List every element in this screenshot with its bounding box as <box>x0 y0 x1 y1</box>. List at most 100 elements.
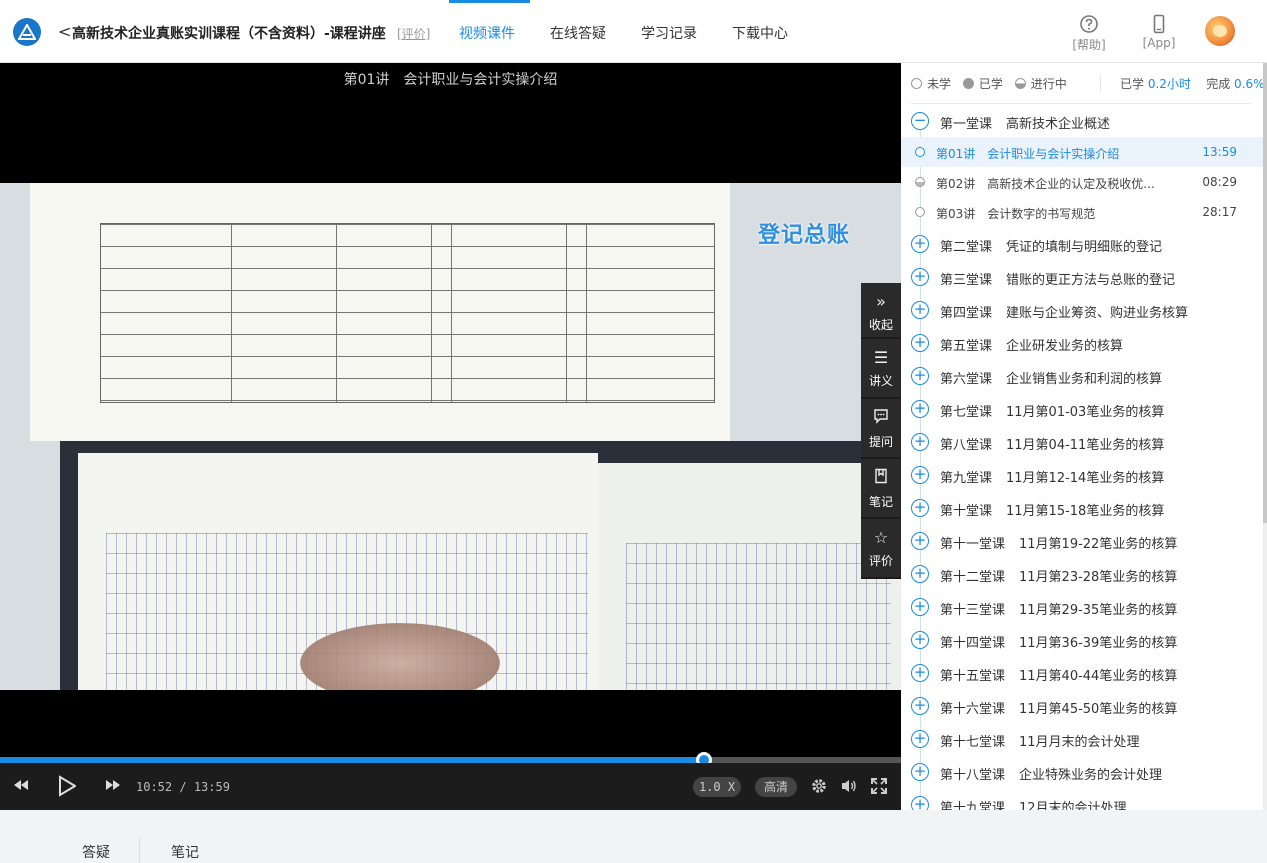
expand-circle-icon[interactable]: + <box>911 598 929 616</box>
video-overlay-caption: 登记总账 <box>758 223 851 248</box>
expand-circle-icon[interactable]: + <box>911 433 929 451</box>
review-link[interactable]: [评价] <box>397 25 430 42</box>
chapter-item[interactable]: + 第十三堂课 11月第29-35笔业务的核算 <box>911 590 1251 623</box>
lecture-item[interactable]: 第02讲 高新技术企业的认定及税收优... 08:29 <box>901 167 1263 197</box>
quality-button[interactable]: 高清 <box>755 777 797 797</box>
playback-speed-button[interactable]: 1.0 X <box>693 777 741 797</box>
chapter-subtitle: 凭证的填制与明细账的登记 <box>1006 240 1163 255</box>
site-logo[interactable] <box>13 18 41 46</box>
notes-button[interactable]: 笔记 <box>861 459 901 519</box>
expand-circle-icon[interactable]: + <box>911 499 929 517</box>
tab-video-courseware[interactable]: 视频课件 <box>459 23 515 43</box>
expand-circle-icon[interactable]: + <box>911 268 929 286</box>
user-avatar[interactable] <box>1205 16 1235 46</box>
chapter-title: 第十一堂课 <box>940 537 1006 552</box>
tab-notes[interactable]: 笔记 <box>171 842 199 862</box>
tab-online-qa[interactable]: 在线答疑 <box>550 23 606 43</box>
side-tool-strip: » 收起 ☰ 讲义 提问 笔记 ☆ 评价 <box>861 283 901 579</box>
expand-circle-icon[interactable]: + <box>911 631 929 649</box>
chapter-subtitle: 企业特殊业务的会计处理 <box>1019 768 1163 783</box>
chapter-title: 第三堂课 <box>940 273 993 288</box>
question-circle-icon <box>1080 15 1098 33</box>
chat-bubble-icon <box>861 408 901 429</box>
help-button[interactable]: [帮助] <box>1069 14 1109 53</box>
chapter-subtitle: 企业销售业务和利润的核算 <box>1006 372 1163 387</box>
expand-circle-icon[interactable]: + <box>911 334 929 352</box>
chapter-title: 第十堂课 <box>940 504 993 519</box>
chapter-subtitle: 企业研发业务的核算 <box>1006 339 1124 354</box>
chapter-item[interactable]: + 第十九堂课 12月末的会计处理 <box>911 788 1251 810</box>
chapter-item[interactable]: + 第十六堂课 11月第45-50笔业务的核算 <box>911 689 1251 722</box>
tab-download-center[interactable]: 下载中心 <box>732 23 788 43</box>
fast-forward-button[interactable] <box>104 777 122 798</box>
chapter-item[interactable]: + 第二堂课 凭证的填制与明细账的登记 <box>911 227 1251 260</box>
panel-scrollbar[interactable] <box>1263 63 1267 810</box>
expand-circle-icon[interactable]: + <box>911 301 929 319</box>
volume-button[interactable] <box>840 777 858 800</box>
chapter-item[interactable]: + 第十七堂课 11月月末的会计处理 <box>911 722 1251 755</box>
chapter-item[interactable]: + 第六堂课 企业销售业务和利润的核算 <box>911 359 1251 392</box>
video-player[interactable]: 第01讲 会计职业与会计实操介绍 登记总账 10:52 / 13:59 1.0 … <box>0 63 901 810</box>
video-frame[interactable]: 登记总账 <box>0 183 901 690</box>
fullscreen-icon <box>871 778 887 794</box>
rewind-button[interactable] <box>12 777 30 798</box>
expand-circle-icon[interactable]: + <box>911 565 929 583</box>
fullscreen-button[interactable] <box>870 777 888 800</box>
lecture-item[interactable]: 第03讲 会计数字的书写规范 28:17 <box>901 197 1263 227</box>
expand-circle-icon[interactable]: + <box>911 730 929 748</box>
chapter-title: 第十四堂课 <box>940 636 1006 651</box>
rate-button[interactable]: ☆ 评价 <box>861 519 901 579</box>
chapter-item[interactable]: + 第十二堂课 11月第23-28笔业务的核算 <box>911 557 1251 590</box>
ask-question-button[interactable]: 提问 <box>861 399 901 459</box>
settings-button[interactable] <box>810 777 828 800</box>
chapter-item[interactable]: + 第七堂课 11月第01-03笔业务的核算 <box>911 392 1251 425</box>
lecture-item[interactable]: 第01讲 会计职业与会计实操介绍 13:59 <box>901 137 1263 167</box>
chapter-item[interactable]: + 第十五堂课 11月第40-44笔业务的核算 <box>911 656 1251 689</box>
video-controls: 10:52 / 13:59 1.0 X 高清 <box>0 763 901 810</box>
studied-hours: 0.2小时 <box>1147 77 1191 91</box>
expand-circle-icon[interactable]: + <box>911 763 929 781</box>
tab-qa[interactable]: 答疑 <box>82 842 110 862</box>
chapter-item[interactable]: + 第十一堂课 11月第19-22笔业务的核算 <box>911 524 1251 557</box>
status-legend: 未学 已学 进行中 <box>911 75 1075 92</box>
expand-circle-icon[interactable]: + <box>911 796 929 810</box>
volume-icon <box>842 780 856 792</box>
handout-button[interactable]: ☰ 讲义 <box>861 339 901 399</box>
studied-dot-icon <box>962 78 974 89</box>
chapter-panel: 未学 已学 进行中 已学 0.2小时 完成 0.6% − 第一堂课 高新技术企业概述… <box>901 63 1263 810</box>
active-tab-indicator <box>449 0 530 3</box>
collapse-circle-icon[interactable]: − <box>911 112 929 130</box>
chapter-item[interactable]: − 第一堂课 高新技术企业概述 <box>911 104 1251 137</box>
tab-study-records[interactable]: 学习记录 <box>641 23 697 43</box>
study-stats: 已学 0.2小时 完成 0.6% <box>1100 75 1263 92</box>
expand-circle-icon[interactable]: + <box>911 466 929 484</box>
collapse-panel-button[interactable]: » 收起 <box>861 283 901 339</box>
expand-circle-icon[interactable]: + <box>911 697 929 715</box>
expand-circle-icon[interactable]: + <box>911 664 929 682</box>
expand-circle-icon[interactable]: + <box>911 367 929 385</box>
star-icon: ☆ <box>873 528 889 547</box>
chapter-item[interactable]: + 第十堂课 11月第15-18笔业务的核算 <box>911 491 1251 524</box>
expand-circle-icon[interactable]: + <box>911 532 929 550</box>
back-arrow-icon[interactable]: < <box>58 22 71 41</box>
chapter-item[interactable]: + 第五堂课 企业研发业务的核算 <box>911 326 1251 359</box>
app-button[interactable]: [App] <box>1139 14 1179 50</box>
expand-circle-icon[interactable]: + <box>911 400 929 418</box>
double-chevron-right-icon: » <box>876 292 886 311</box>
expand-circle-icon[interactable]: + <box>911 235 929 253</box>
chapter-title: 第十五堂课 <box>940 669 1006 684</box>
chapter-subtitle: 12月末的会计处理 <box>1019 801 1127 810</box>
chapter-item[interactable]: + 第十四堂课 11月第36-39笔业务的核算 <box>911 623 1251 656</box>
chapter-item[interactable]: + 第十八堂课 企业特殊业务的会计处理 <box>911 755 1251 788</box>
chapter-item[interactable]: + 第八堂课 11月第04-11笔业务的核算 <box>911 425 1251 458</box>
chapter-title: 第十九堂课 <box>940 801 1006 810</box>
chapter-item[interactable]: + 第四堂课 建账与企业筹资、购进业务核算 <box>911 293 1251 326</box>
chapter-subtitle: 11月第12-14笔业务的核算 <box>1006 471 1165 486</box>
chapter-item[interactable]: + 第三堂课 错账的更正方法与总账的登记 <box>911 260 1251 293</box>
chapter-subtitle: 建账与企业筹资、购进业务核算 <box>1006 306 1189 321</box>
lecture-number: 第02讲 <box>936 177 976 191</box>
play-button[interactable] <box>58 775 77 802</box>
help-label: [帮助] <box>1072 38 1106 52</box>
chapter-item[interactable]: + 第九堂课 11月第12-14笔业务的核算 <box>911 458 1251 491</box>
chapter-title: 第五堂课 <box>940 339 993 354</box>
